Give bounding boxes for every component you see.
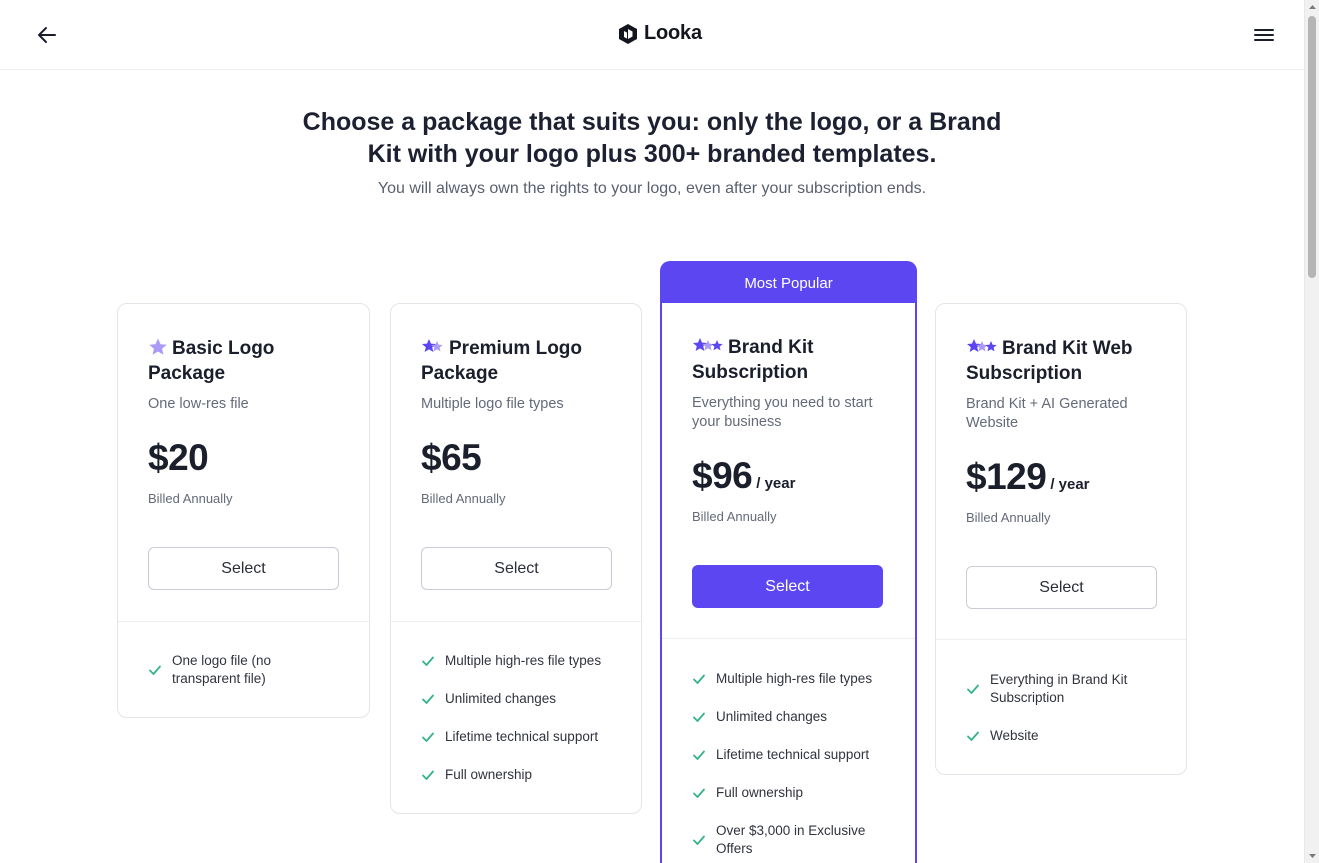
page-title: Choose a package that suits you: only th…	[290, 106, 1014, 170]
page-subtitle: You will always own the rights to your l…	[377, 180, 927, 197]
check-icon	[693, 835, 705, 845]
star-icon	[149, 338, 167, 355]
feature-item: One logo file (no transparent file)	[148, 652, 271, 688]
page-title-line-1: Choose a package that suits you: only th…	[302, 108, 1002, 136]
card-divider	[118, 621, 369, 622]
billing-note: Billed Annually	[692, 509, 777, 524]
plan-card-brand-kit-web: Brand Kit Web Subscription Brand Kit + A…	[935, 303, 1187, 775]
plan-title: Brand Kit Web Subscription	[966, 338, 1133, 384]
feature-item: Multiple high-res file types	[421, 652, 601, 670]
plan-description: One low-res file	[148, 396, 249, 412]
most-popular-badge: Most Popular	[660, 261, 917, 305]
feature-item: Unlimited changes	[421, 690, 556, 708]
plan-title: Brand Kit Subscription	[692, 337, 814, 383]
price-value: $65	[421, 437, 482, 478]
top-navigation-bar: Looka	[0, 0, 1304, 70]
menu-button[interactable]	[1252, 24, 1276, 46]
back-button[interactable]	[34, 22, 60, 48]
select-button-premium[interactable]: Select	[421, 547, 612, 590]
plan-card-basic: Basic Logo Package One low-res file $20 …	[117, 303, 370, 718]
select-button-brand-kit-web[interactable]: Select	[966, 566, 1157, 609]
billing-note: Billed Annually	[966, 510, 1051, 525]
feature-item: Full ownership	[692, 784, 803, 802]
plan-description: Multiple logo file types	[421, 396, 564, 412]
plan-card-premium: Premium Logo Package Multiple logo file …	[390, 303, 642, 814]
check-icon	[967, 731, 979, 741]
check-icon	[422, 732, 434, 742]
feature-item: Unlimited changes	[692, 708, 827, 726]
plan-price: $96 / year	[692, 455, 795, 497]
card-divider	[662, 638, 915, 639]
hamburger-menu-icon	[1254, 29, 1274, 41]
check-icon	[967, 684, 979, 694]
card-divider	[936, 639, 1186, 640]
scroll-up-arrow-icon[interactable]	[1308, 2, 1317, 12]
check-icon	[693, 750, 705, 760]
plan-price: $20	[148, 437, 209, 479]
plan-description: Everything you need to start your busine…	[692, 395, 873, 430]
three-stars-icon	[967, 339, 997, 352]
check-icon	[693, 788, 705, 798]
check-icon	[422, 770, 434, 780]
check-icon	[422, 656, 434, 666]
brand-name: Looka	[644, 22, 702, 44]
scrollbar-thumb[interactable]	[1308, 16, 1316, 278]
page-scrollbar[interactable]	[1304, 0, 1319, 863]
select-button-brand-kit[interactable]: Select	[692, 565, 883, 608]
check-icon	[693, 674, 705, 684]
page-title-line-2: Kit with your logo plus 300+ branded tem…	[367, 140, 937, 168]
looka-logo-icon	[619, 23, 637, 44]
check-icon	[422, 694, 434, 704]
feature-item: Everything in Brand Kit Subscription	[966, 671, 1127, 707]
plan-title: Basic Logo Package	[148, 338, 275, 384]
check-icon	[149, 665, 161, 675]
feature-item: Lifetime technical support	[692, 746, 869, 764]
select-button-basic[interactable]: Select	[148, 547, 339, 590]
brand-logo[interactable]: Looka	[618, 22, 702, 45]
plan-card-brand-kit: Brand Kit Subscription Everything you ne…	[660, 303, 917, 863]
plan-price: $65	[421, 437, 482, 479]
plan-title: Premium Logo Package	[421, 338, 583, 384]
price-value: $129	[966, 456, 1047, 497]
plan-price: $129 / year	[966, 456, 1090, 498]
plan-description: Brand Kit + AI Generated Website	[966, 396, 1128, 431]
billing-note: Billed Annually	[148, 491, 233, 506]
feature-item: Website	[966, 727, 1039, 745]
billing-note: Billed Annually	[421, 491, 506, 506]
price-period: / year	[1050, 476, 1090, 493]
three-stars-icon	[693, 338, 723, 351]
check-icon	[693, 712, 705, 722]
feature-item: Lifetime technical support	[421, 728, 598, 746]
price-value: $20	[148, 437, 209, 478]
price-period: / year	[756, 475, 796, 492]
feature-item: Over $3,000 in Exclusive Offers	[692, 822, 865, 858]
card-divider	[391, 621, 641, 622]
feature-item: Multiple high-res file types	[692, 670, 872, 688]
price-value: $96	[692, 455, 753, 496]
arrow-left-icon	[38, 27, 56, 43]
scroll-down-arrow-icon[interactable]	[1308, 851, 1317, 861]
two-stars-icon	[422, 339, 443, 352]
feature-item: Full ownership	[421, 766, 532, 784]
